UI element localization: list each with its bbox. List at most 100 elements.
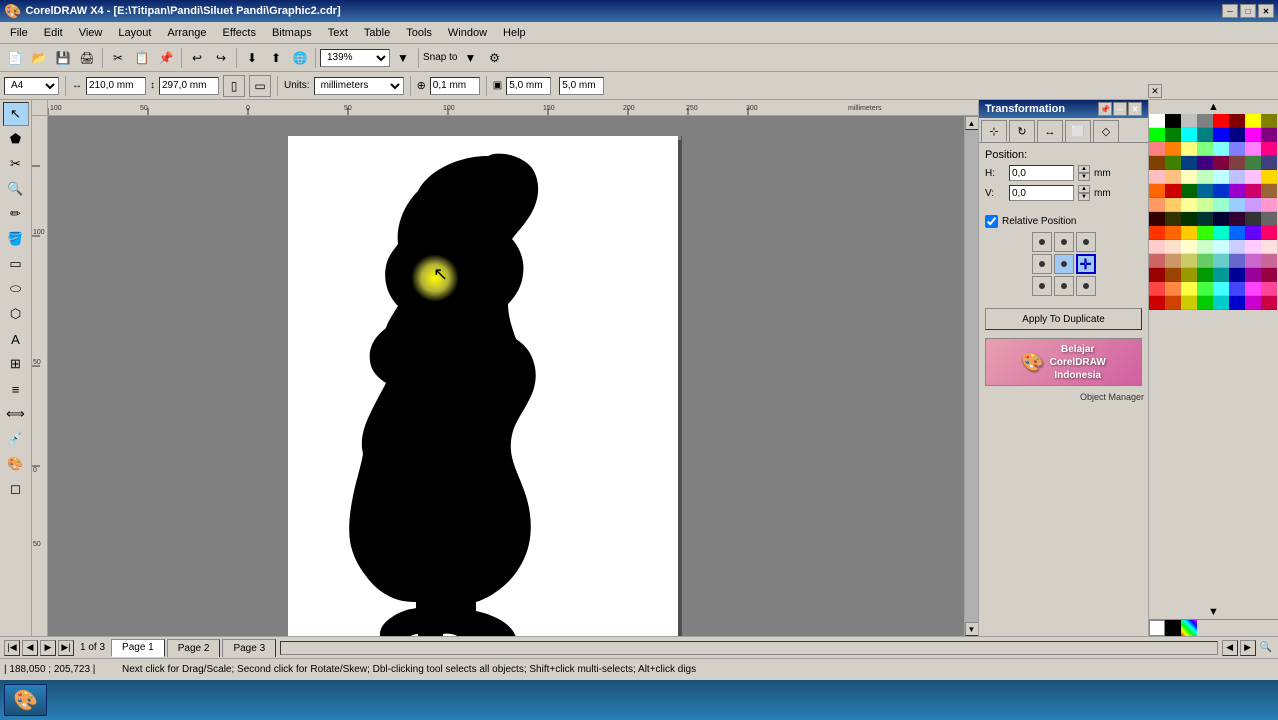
menu-table[interactable]: Table xyxy=(356,25,398,41)
pos-cell-ml[interactable] xyxy=(1032,254,1052,274)
swatch-10-5[interactable] xyxy=(1229,254,1245,268)
menu-arrange[interactable]: Arrange xyxy=(159,25,214,41)
swatch-12-7[interactable] xyxy=(1261,282,1277,296)
shape-tool[interactable]: ⬟ xyxy=(3,127,29,151)
panel-close-button[interactable]: ✕ xyxy=(1128,102,1142,116)
swatch-9-7[interactable] xyxy=(1261,240,1277,254)
new-button[interactable]: 📄 xyxy=(4,47,26,69)
pos-cell-mr[interactable]: ✛ xyxy=(1076,254,1096,274)
page-tab-1[interactable]: Page 1 xyxy=(111,639,165,657)
swatch-2-1[interactable] xyxy=(1165,142,1181,156)
swatch-0-3[interactable] xyxy=(1197,114,1213,128)
swatch-12-1[interactable] xyxy=(1165,282,1181,296)
freehand-tool[interactable]: ✏ xyxy=(3,202,29,226)
page-tab-2[interactable]: Page 2 xyxy=(167,639,221,657)
swatch-5-1[interactable] xyxy=(1165,184,1181,198)
canvas-page[interactable] xyxy=(288,136,678,636)
swatch-11-7[interactable] xyxy=(1261,268,1277,282)
palette-scroll-down[interactable]: ▼ xyxy=(1149,605,1278,619)
swatch-3-5[interactable] xyxy=(1229,156,1245,170)
swatch-8-3[interactable] xyxy=(1197,226,1213,240)
swatch-13-2[interactable] xyxy=(1181,296,1197,310)
crop-tool[interactable]: ✂ xyxy=(3,152,29,176)
swatch-9-6[interactable] xyxy=(1245,240,1261,254)
tab-position[interactable]: ⊹ xyxy=(981,120,1007,142)
swatch-0-0[interactable] xyxy=(1149,114,1165,128)
palette-scroll-up[interactable]: ▲ xyxy=(1149,100,1278,114)
swatch-4-1[interactable] xyxy=(1165,170,1181,184)
nudge-input[interactable] xyxy=(430,77,480,95)
swatch-12-3[interactable] xyxy=(1197,282,1213,296)
swatch-9-5[interactable] xyxy=(1229,240,1245,254)
swatch-11-1[interactable] xyxy=(1165,268,1181,282)
swatch-0-5[interactable] xyxy=(1229,114,1245,128)
swatch-7-0[interactable] xyxy=(1149,212,1165,226)
scroll-right-button[interactable]: ▶ xyxy=(1240,640,1256,656)
swatch-10-4[interactable] xyxy=(1213,254,1229,268)
v-spin-down[interactable]: ▼ xyxy=(1078,193,1090,201)
swatch-2-6[interactable] xyxy=(1245,142,1261,156)
page-tab-3[interactable]: Page 3 xyxy=(222,639,276,657)
swatch-13-3[interactable] xyxy=(1197,296,1213,310)
h-spinner[interactable]: ▲ ▼ xyxy=(1078,165,1090,181)
swatch-13-1[interactable] xyxy=(1165,296,1181,310)
swatch-0-2[interactable] xyxy=(1181,114,1197,128)
ad-banner[interactable]: 🎨 BelajarCorelDRAWIndonesia xyxy=(985,338,1142,386)
swatch-7-4[interactable] xyxy=(1213,212,1229,226)
close-button[interactable]: ✕ xyxy=(1258,4,1274,18)
page-width-input[interactable] xyxy=(86,77,146,95)
table-tool[interactable]: ⊞ xyxy=(3,352,29,376)
swatch-9-3[interactable] xyxy=(1197,240,1213,254)
swatch-7-3[interactable] xyxy=(1197,212,1213,226)
swatch-8-6[interactable] xyxy=(1245,226,1261,240)
swatch-8-1[interactable] xyxy=(1165,226,1181,240)
swatch-3-0[interactable] xyxy=(1149,156,1165,170)
swatch-11-6[interactable] xyxy=(1245,268,1261,282)
swatch-13-7[interactable] xyxy=(1261,296,1277,310)
swatch-5-0[interactable] xyxy=(1149,184,1165,198)
undo-button[interactable]: ↩ xyxy=(186,47,208,69)
swatch-7-6[interactable] xyxy=(1245,212,1261,226)
text-tool[interactable]: A xyxy=(3,327,29,351)
swatch-0-1[interactable] xyxy=(1165,114,1181,128)
tab-rotate[interactable]: ↻ xyxy=(1009,120,1035,142)
swatch-12-2[interactable] xyxy=(1181,282,1197,296)
zoom-select[interactable]: 139% xyxy=(320,49,390,67)
page-prev-button[interactable]: ◀ xyxy=(22,640,38,656)
right-scrollbar[interactable]: ▲ ▼ xyxy=(964,116,978,636)
spectrum-swatch[interactable] xyxy=(1181,620,1197,636)
page-first-button[interactable]: |◀ xyxy=(4,640,20,656)
menu-view[interactable]: View xyxy=(71,25,111,41)
swatch-6-2[interactable] xyxy=(1181,198,1197,212)
swatch-2-2[interactable] xyxy=(1181,142,1197,156)
swatch-1-0[interactable] xyxy=(1149,128,1165,142)
menu-effects[interactable]: Effects xyxy=(215,25,264,41)
swatch-4-3[interactable] xyxy=(1197,170,1213,184)
pin-button[interactable]: 📌 xyxy=(1098,102,1112,116)
swatch-1-6[interactable] xyxy=(1245,128,1261,142)
swatch-1-7[interactable] xyxy=(1261,128,1277,142)
panel-close-x[interactable]: ✕ xyxy=(1148,84,1162,98)
pos-cell-tc[interactable] xyxy=(1054,232,1074,252)
swatch-13-6[interactable] xyxy=(1245,296,1261,310)
size1-input[interactable] xyxy=(506,77,551,95)
swatch-11-5[interactable] xyxy=(1229,268,1245,282)
swatch-1-4[interactable] xyxy=(1213,128,1229,142)
swatch-4-5[interactable] xyxy=(1229,170,1245,184)
pos-cell-bc[interactable] xyxy=(1054,276,1074,296)
maximize-button[interactable]: □ xyxy=(1240,4,1256,18)
eyedropper-tool[interactable]: 💉 xyxy=(3,427,29,451)
publish-button[interactable]: 🌐 xyxy=(289,47,311,69)
snap-options[interactable]: ⚙ xyxy=(483,47,505,69)
menu-edit[interactable]: Edit xyxy=(36,25,71,41)
tab-size[interactable]: ⬜ xyxy=(1065,120,1091,142)
units-select[interactable]: millimeters xyxy=(314,77,404,95)
redo-button[interactable]: ↪ xyxy=(210,47,232,69)
swatch-3-7[interactable] xyxy=(1261,156,1277,170)
title-bar-controls[interactable]: ─ □ ✕ xyxy=(1222,4,1274,18)
zoom-tool[interactable]: 🔍 xyxy=(3,177,29,201)
swatch-12-6[interactable] xyxy=(1245,282,1261,296)
h-spin-up[interactable]: ▲ xyxy=(1078,165,1090,173)
page-size-select[interactable]: A4 xyxy=(4,77,59,95)
swatch-4-2[interactable] xyxy=(1181,170,1197,184)
